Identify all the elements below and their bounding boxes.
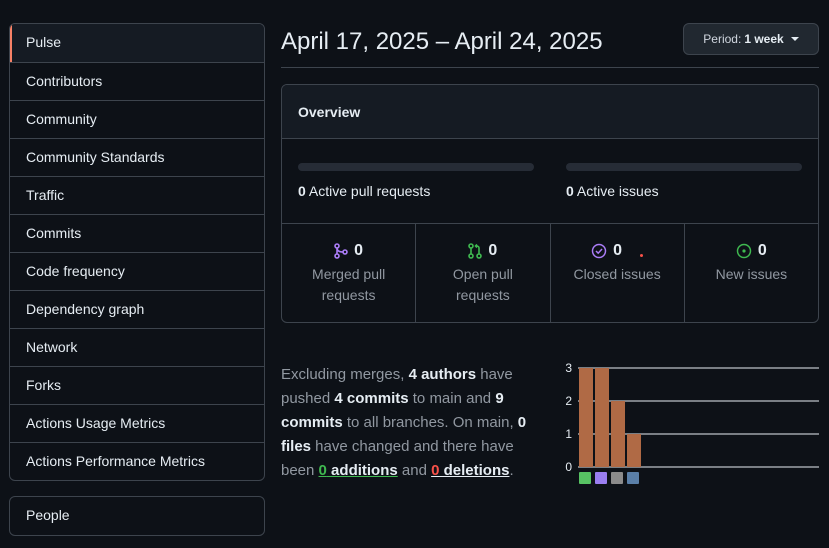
active-prs-bar: [298, 163, 534, 171]
sidebar-item-commits[interactable]: Commits: [10, 214, 264, 252]
summary-text: to main and: [408, 390, 496, 407]
merged-prs-label: Merged pull: [312, 266, 386, 282]
y-tick-label: 0: [565, 460, 572, 474]
sidebar-item-traffic[interactable]: Traffic: [10, 176, 264, 214]
deletions-link[interactable]: 0 deletions: [431, 462, 509, 479]
sidebar-item-code-frequency[interactable]: Code frequency: [10, 252, 264, 290]
caret-down-icon: [790, 37, 799, 41]
git-merge-icon: [334, 243, 348, 259]
additions-link[interactable]: 0 additions: [319, 462, 398, 479]
bar: [579, 368, 593, 467]
closed-issues-count: 0: [613, 242, 623, 259]
merged-prs-stat[interactable]: 0 Merged pull requests: [282, 224, 415, 322]
bar: [627, 434, 641, 467]
additions-label: additions: [326, 462, 398, 479]
insights-sidebar: Pulse Contributors Community Community Stan…: [9, 23, 265, 481]
summary-text: Excluding merges,: [281, 366, 409, 383]
active-issues-count: 0: [566, 183, 574, 199]
issue-closed-icon: [591, 243, 607, 259]
y-tick-label: 3: [565, 361, 572, 375]
sidebar-item-actions-performance-metrics[interactable]: Actions Performance Metrics: [10, 442, 264, 480]
author-avatar: [611, 472, 623, 484]
notification-dot: [640, 253, 644, 257]
author-avatar: [627, 472, 639, 484]
people-sidebar: People: [9, 496, 265, 536]
active-prs-count: 0: [298, 183, 306, 199]
sidebar-item-people[interactable]: People: [10, 497, 264, 535]
page-title: April 17, 2025 – April 24, 2025: [281, 28, 603, 55]
sidebar-item-pulse[interactable]: Pulse: [10, 24, 264, 62]
divider: [281, 67, 819, 68]
period-dropdown-button[interactable]: Period: 1 week: [683, 23, 819, 55]
author-avatar: [579, 472, 591, 484]
issue-opened-icon: [736, 243, 752, 259]
overview-panel: Overview 0 Active pull requests 0 Active…: [281, 84, 819, 323]
authors-count: 4 authors: [408, 366, 477, 383]
sidebar-item-community-standards[interactable]: Community Standards: [10, 138, 264, 176]
open-prs-label: Open pull: [452, 266, 513, 282]
commits-main-count: 4 commits: [334, 390, 409, 407]
y-tick-label: 1: [565, 427, 572, 441]
sidebar-item-community[interactable]: Community: [10, 100, 264, 138]
active-issues-bar: [566, 163, 802, 171]
active-prs-link[interactable]: 0 Active pull requests: [298, 183, 430, 199]
closed-issues-label: Closed issues: [573, 266, 661, 282]
merged-prs-count: 0: [354, 242, 364, 259]
period-label: Period:: [703, 32, 742, 46]
sidebar-item-actions-usage-metrics[interactable]: Actions Usage Metrics: [10, 404, 264, 442]
new-issues-stat[interactable]: 0 New issues: [683, 224, 818, 322]
summary-text: and: [397, 462, 432, 479]
deletions-label: deletions: [439, 462, 510, 479]
sidebar-item-contributors[interactable]: Contributors: [10, 62, 264, 100]
merged-prs-label-2: requests: [321, 287, 376, 303]
sidebar-item-dependency-graph[interactable]: Dependency graph: [10, 290, 264, 328]
open-prs-label-2: requests: [456, 287, 510, 303]
commit-summary: Excluding merges, 4 authors have pushed …: [281, 363, 543, 483]
y-tick-label: 2: [565, 394, 572, 408]
bar: [611, 401, 625, 467]
git-pull-request-icon: [468, 243, 483, 259]
new-issues-count: 0: [757, 242, 767, 259]
active-prs-label: Active pull requests: [308, 183, 431, 199]
overview-stats: 0 Merged pull requests 0 Open pull reque…: [282, 224, 818, 322]
period-value: 1 week: [744, 32, 784, 46]
overview-title: Overview: [282, 85, 818, 139]
active-issues-link[interactable]: 0 Active issues: [566, 183, 659, 199]
overview-progress: 0 Active pull requests 0 Active issues: [282, 139, 818, 224]
open-prs-count: 0: [488, 242, 498, 259]
sidebar-item-network[interactable]: Network: [10, 328, 264, 366]
new-issues-label: New issues: [715, 266, 788, 282]
active-issues-label: Active issues: [576, 183, 659, 199]
sidebar-item-forks[interactable]: Forks: [10, 366, 264, 404]
author-avatar: [595, 472, 607, 484]
bar: [595, 368, 609, 467]
summary-text: to all branches. On main,: [342, 414, 518, 431]
closed-issues-stat[interactable]: 0 Closed issues: [549, 224, 684, 322]
summary-text: .: [509, 462, 514, 479]
commits-by-author-chart: 0 1 2 3: [565, 361, 819, 484]
open-prs-stat[interactable]: 0 Open pull requests: [415, 224, 549, 322]
additions-count: 0: [318, 462, 327, 479]
